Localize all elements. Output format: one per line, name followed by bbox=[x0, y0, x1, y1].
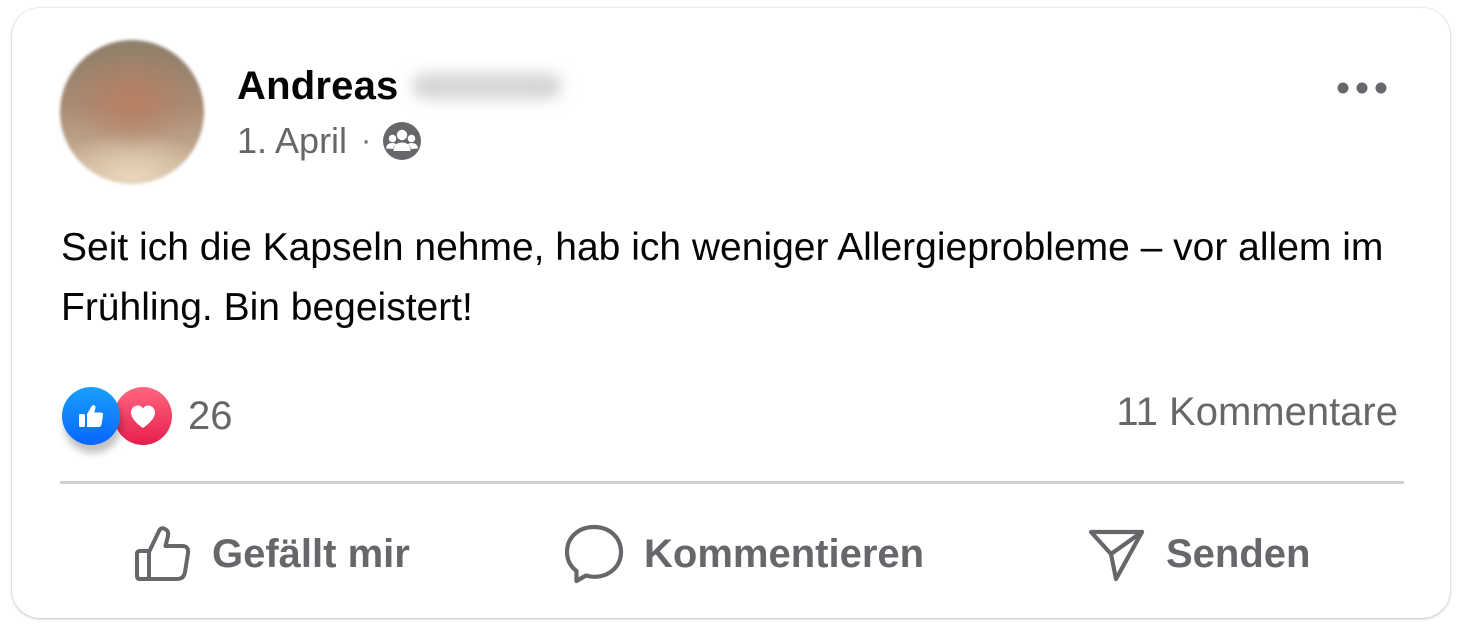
send-button[interactable]: Senden bbox=[1084, 508, 1310, 600]
post-card: Andreas 1. April · Seit ich die Kapseln … bbox=[12, 8, 1450, 618]
reaction-icons bbox=[62, 386, 174, 446]
post-text: Seit ich die Kapseln nehme, hab ich weni… bbox=[61, 226, 1384, 329]
thumbs-up-icon bbox=[135, 526, 191, 581]
post-author[interactable]: Andreas bbox=[237, 60, 563, 112]
send-icon bbox=[1088, 529, 1145, 582]
love-reaction-icon bbox=[114, 387, 172, 445]
comment-button[interactable]: Kommentieren bbox=[562, 508, 924, 600]
more-options-button[interactable] bbox=[1330, 70, 1394, 106]
like-button[interactable]: Gefällt mir bbox=[132, 508, 410, 600]
author-name[interactable]: Andreas bbox=[237, 64, 398, 109]
post-date[interactable]: 1. April bbox=[237, 120, 347, 162]
more-options-icon bbox=[1337, 82, 1387, 94]
group-icon[interactable] bbox=[381, 120, 423, 162]
reaction-count[interactable]: 26 bbox=[188, 394, 233, 439]
comment-button-label: Kommentieren bbox=[644, 531, 925, 576]
send-button-label: Senden bbox=[1166, 531, 1311, 576]
comment-count[interactable]: 11 Kommentare bbox=[1116, 390, 1398, 435]
divider bbox=[60, 481, 1404, 484]
action-bar: Gefällt mir Kommentieren Senden bbox=[60, 508, 1404, 600]
reactions-summary[interactable]: 26 bbox=[62, 386, 233, 446]
comment-bubble-icon bbox=[564, 524, 624, 584]
meta-separator: · bbox=[361, 124, 372, 157]
post-meta: 1. April · bbox=[237, 116, 423, 166]
author-surname-redacted bbox=[412, 73, 563, 99]
like-button-label: Gefällt mir bbox=[212, 531, 410, 576]
avatar[interactable] bbox=[60, 40, 204, 184]
like-reaction-icon bbox=[62, 387, 120, 445]
